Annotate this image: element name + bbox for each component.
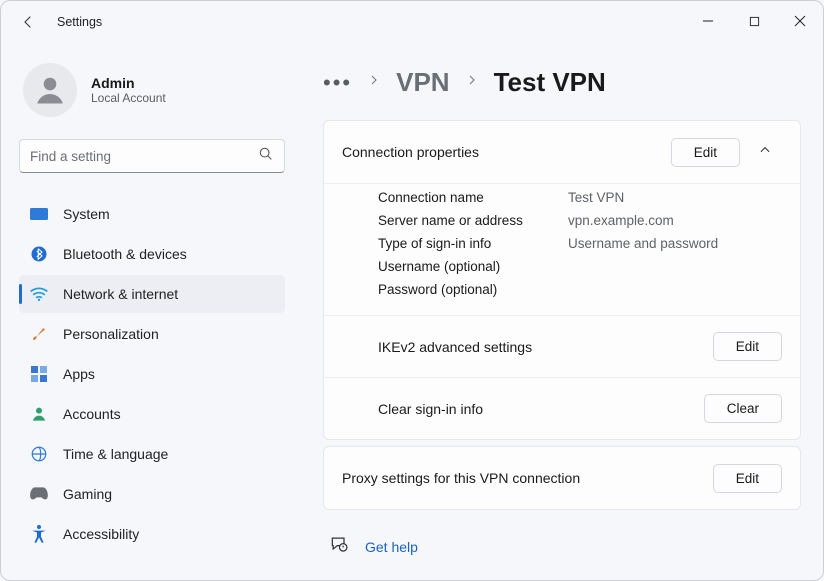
edit-ikev2-button[interactable]: Edit: [713, 332, 782, 361]
user-block[interactable]: Admin Local Account: [23, 63, 285, 117]
nav-system[interactable]: System: [19, 195, 285, 233]
chevron-up-icon: [758, 143, 772, 162]
nav-bluetooth[interactable]: Bluetooth & devices: [19, 235, 285, 273]
nav-time-language[interactable]: Time & language: [19, 435, 285, 473]
nav-label: Apps: [63, 366, 95, 382]
bluetooth-icon: [29, 245, 49, 263]
clear-signin-label: Clear sign-in info: [378, 401, 483, 417]
chevron-right-icon: [368, 73, 380, 92]
back-button[interactable]: [13, 6, 45, 38]
connection-properties-list: Connection name Test VPN Server name or …: [324, 183, 800, 315]
ikev2-label: IKEv2 advanced settings: [378, 339, 532, 355]
window-controls: [685, 1, 823, 41]
titlebar: Settings: [1, 1, 823, 43]
nav-accessibility[interactable]: Accessibility: [19, 515, 285, 553]
prop-value: [568, 282, 782, 297]
prop-value: vpn.example.com: [568, 213, 782, 228]
clock-globe-icon: [29, 445, 49, 463]
nav-label: Personalization: [63, 326, 159, 342]
prop-value: Username and password: [568, 236, 782, 251]
help-icon: [329, 534, 349, 559]
breadcrumb-more[interactable]: •••: [323, 70, 352, 96]
person-icon: [29, 405, 49, 423]
nav-label: Network & internet: [63, 286, 178, 302]
nav-label: Bluetooth & devices: [63, 246, 187, 262]
sidebar: Admin Local Account System Bluetooth & d…: [1, 43, 301, 580]
gamepad-icon: [29, 487, 49, 501]
minimize-button[interactable]: [685, 1, 731, 41]
edit-connection-button[interactable]: Edit: [671, 138, 740, 167]
proxy-label: Proxy settings for this VPN connection: [342, 470, 580, 486]
user-subtitle: Local Account: [91, 91, 166, 105]
chevron-right-icon: [466, 73, 478, 92]
search-box[interactable]: [19, 139, 285, 173]
user-name: Admin: [91, 75, 166, 91]
prop-value: Test VPN: [568, 190, 782, 205]
proxy-card: Proxy settings for this VPN connection E…: [323, 446, 801, 510]
prop-key: Password (optional): [378, 282, 548, 297]
display-icon: [29, 207, 49, 221]
breadcrumb-current: Test VPN: [494, 67, 606, 98]
apps-icon: [29, 366, 49, 382]
nav-accounts[interactable]: Accounts: [19, 395, 285, 433]
nav-label: Time & language: [63, 446, 168, 462]
nav-network[interactable]: Network & internet: [19, 275, 285, 313]
prop-key: Connection name: [378, 190, 548, 205]
get-help-link[interactable]: Get help: [365, 539, 418, 555]
maximize-button[interactable]: [731, 1, 777, 41]
search-icon: [258, 146, 274, 167]
connection-properties-heading: Connection properties: [342, 144, 479, 160]
app-title: Settings: [57, 15, 102, 29]
prop-key: Username (optional): [378, 259, 548, 274]
close-button[interactable]: [777, 1, 823, 41]
prop-value: [568, 259, 782, 274]
collapse-toggle[interactable]: [748, 135, 782, 169]
nav-gaming[interactable]: Gaming: [19, 475, 285, 513]
brush-icon: [29, 325, 49, 343]
nav-label: Accessibility: [63, 526, 139, 542]
nav-personalization[interactable]: Personalization: [19, 315, 285, 353]
main-content: ••• VPN Test VPN Connection properties E…: [301, 43, 823, 580]
nav-list: System Bluetooth & devices Network & int…: [19, 195, 285, 553]
settings-window: Settings Admin Local Account: [0, 0, 824, 581]
wifi-icon: [29, 286, 49, 302]
nav-label: Accounts: [63, 406, 121, 422]
breadcrumb-parent[interactable]: VPN: [396, 67, 449, 98]
prop-key: Server name or address: [378, 213, 548, 228]
accessibility-icon: [29, 524, 49, 544]
nav-label: System: [63, 206, 110, 222]
prop-key: Type of sign-in info: [378, 236, 548, 251]
search-input[interactable]: [30, 149, 258, 164]
help-row: Get help: [323, 534, 801, 559]
nav-apps[interactable]: Apps: [19, 355, 285, 393]
clear-signin-button[interactable]: Clear: [704, 394, 782, 423]
avatar: [23, 63, 77, 117]
edit-proxy-button[interactable]: Edit: [713, 464, 782, 493]
nav-label: Gaming: [63, 486, 112, 502]
breadcrumb: ••• VPN Test VPN: [323, 67, 801, 98]
connection-properties-card: Connection properties Edit Connection na…: [323, 120, 801, 440]
